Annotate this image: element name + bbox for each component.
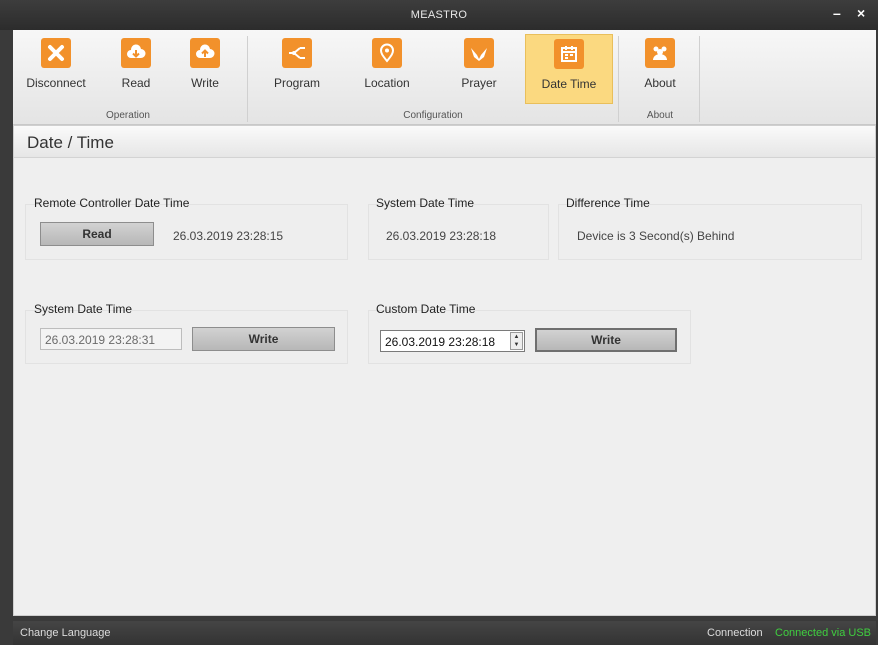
ribbon-divider	[618, 36, 619, 122]
write-label: Write	[191, 76, 219, 90]
disconnect-label: Disconnect	[26, 76, 86, 90]
disconnect-button[interactable]: Disconnect	[21, 34, 91, 104]
date-time-button[interactable]: Date Time	[525, 34, 613, 104]
date-time-label: Date Time	[541, 77, 597, 91]
connection-label: Connection	[707, 627, 763, 639]
ribbon-divider	[247, 36, 248, 122]
program-button[interactable]: Program	[267, 34, 327, 104]
page-title: Date / Time	[27, 133, 114, 152]
custom-write-title: Custom Date Time	[376, 302, 476, 316]
location-label: Location	[364, 76, 410, 90]
prayer-label: Prayer	[461, 76, 497, 90]
close-window-button[interactable]: ×	[857, 5, 865, 21]
about-button[interactable]: About	[630, 34, 690, 104]
hands-icon	[464, 38, 494, 68]
read-label: Read	[121, 76, 151, 90]
date-time-page: Date / Time Remote Controller Date Time …	[13, 125, 876, 616]
cloud-download-icon	[121, 38, 151, 68]
system-datetime-value: 26.03.2019 23:28:18	[386, 229, 497, 243]
map-pin-icon	[372, 38, 402, 68]
cloud-upload-icon	[190, 38, 220, 68]
page-header: Date / Time	[14, 126, 875, 158]
connection-status: Connected via USB	[775, 627, 871, 639]
change-language-link[interactable]: Change Language	[20, 627, 111, 639]
location-button[interactable]: Location	[357, 34, 417, 104]
minimize-button[interactable]: –	[833, 5, 841, 21]
difference-time-title: Difference Time	[566, 196, 650, 210]
remote-datetime-value: 26.03.2019 23:28:15	[173, 229, 284, 243]
ribbon-divider	[699, 36, 700, 122]
users-icon	[645, 38, 675, 68]
write-system-time-button[interactable]: Write	[192, 327, 335, 351]
group-label-about: About	[646, 110, 674, 121]
ribbon-toolbar: Disconnect Read Write Operation Program …	[13, 30, 876, 125]
program-label: Program	[273, 76, 320, 90]
window-title: MEASTRO	[410, 9, 468, 21]
close-icon	[41, 38, 71, 68]
about-label: About	[644, 76, 676, 90]
system-write-title: System Date Time	[34, 302, 133, 316]
group-label-configuration: Configuration	[403, 110, 463, 121]
write-button[interactable]: Write	[180, 34, 230, 104]
custom-datetime-input[interactable]: 26.03.2019 23:28:18	[380, 330, 525, 352]
system-datetime-field: 26.03.2019 23:28:31	[40, 328, 182, 350]
status-bar: Change Language Connection Connected via…	[13, 621, 876, 645]
system-datetime-title: System Date Time	[376, 196, 475, 210]
group-label-operation: Operation	[106, 110, 150, 121]
difference-time-value: Device is 3 Second(s) Behind	[577, 229, 735, 243]
calendar-icon	[554, 39, 584, 69]
write-custom-time-button[interactable]: Write	[535, 328, 677, 352]
read-button[interactable]: Read	[111, 34, 161, 104]
title-bar: MEASTRO – ×	[0, 0, 878, 30]
remote-datetime-title: Remote Controller Date Time	[34, 196, 190, 210]
datetime-spinner[interactable]: ▲ ▼	[510, 332, 523, 350]
prayer-button[interactable]: Prayer	[449, 34, 509, 104]
read-remote-button[interactable]: Read	[40, 222, 154, 246]
flow-icon	[282, 38, 312, 68]
